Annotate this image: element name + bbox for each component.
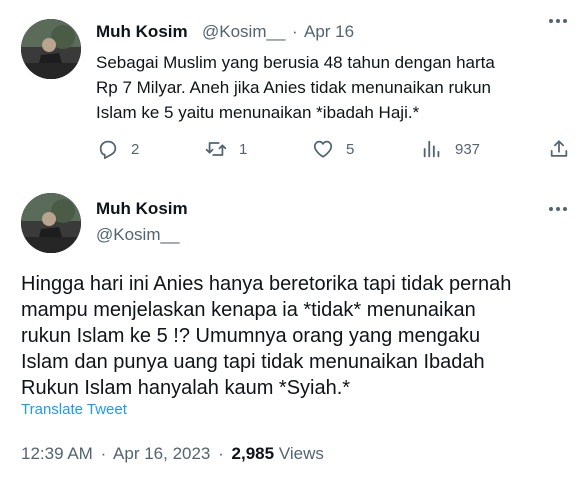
separator-dot: ·: [100, 444, 107, 463]
tweet-text-line: Islam dan punya uang tapi tidak menunaik…: [21, 351, 485, 373]
views-count: 2,985: [231, 444, 275, 463]
translate-tweet-link[interactable]: Translate Tweet: [21, 401, 127, 418]
tweet-1[interactable]: Muh Kosim @Kosim__ · Apr 16 Sebagai Musl…: [0, 0, 588, 176]
avatar-image: [21, 193, 81, 253]
like-button[interactable]: 5: [312, 138, 354, 160]
views-icon: [423, 140, 440, 158]
like-icon: [313, 140, 333, 158]
tweet-text-line: mampu menjelaskan kenapa ia *tidak* menu…: [21, 299, 476, 321]
author-name[interactable]: Muh Kosim: [96, 199, 188, 219]
retweet-button[interactable]: 1: [205, 138, 247, 160]
reply-icon: [99, 140, 117, 160]
author-handle[interactable]: @Kosim__: [96, 225, 179, 245]
tweet-date[interactable]: Apr 16, 2023: [113, 444, 210, 463]
reply-count: 2: [131, 140, 140, 158]
tweet-text-line: rukun Islam ke 5 !? Umumnya orang yang m…: [21, 325, 481, 347]
more-icon[interactable]: [547, 202, 569, 216]
share-button[interactable]: [548, 138, 570, 160]
tweet-text-line: Sebagai Muslim yang berusia 48 tahun den…: [96, 53, 495, 72]
tweet-text-line: Islam ke 5 yaitu menunaikan *ibadah Haji…: [96, 103, 420, 122]
author-name[interactable]: Muh Kosim: [96, 22, 188, 42]
tweet-text: Hingga hari ini Anies hanya beretorika t…: [21, 271, 581, 401]
reply-button[interactable]: 2: [97, 138, 139, 160]
retweet-count: 1: [239, 140, 248, 158]
share-icon: [550, 140, 568, 157]
avatar-image: [21, 19, 81, 79]
views-label: Views: [278, 444, 324, 463]
tweet-text-line: Rp 7 Milyar. Aneh jika Anies tidak menun…: [96, 78, 492, 97]
tweet-time[interactable]: 12:39 AM: [21, 444, 93, 463]
author-handle[interactable]: @Kosim__: [202, 22, 285, 42]
avatar[interactable]: [21, 19, 81, 79]
like-count: 5: [346, 140, 355, 158]
separator-dot: ·: [292, 22, 298, 41]
views-button[interactable]: 937: [421, 138, 480, 160]
more-icon[interactable]: [547, 14, 569, 28]
tweet-text-line: Rukun Islam hanyalah kaum *Syiah.*: [21, 377, 351, 399]
separator-dot: ·: [218, 444, 224, 463]
tweet-actions: 2 1 5 937: [0, 138, 588, 166]
tweet-text-line: Hingga hari ini Anies hanya beretorika t…: [21, 273, 512, 295]
tweet-date[interactable]: Apr 16: [304, 22, 354, 42]
retweet-icon: [205, 142, 227, 156]
tweet-meta: 12:39 AM · Apr 16, 2023 · 2,985 Views: [21, 444, 324, 464]
avatar[interactable]: [21, 193, 81, 253]
views-count: 937: [455, 140, 481, 158]
tweet-2[interactable]: Muh Kosim @Kosim__ Hingga hari ini Anies…: [0, 176, 588, 485]
tweet-text: Sebagai Muslim yang berusia 48 tahun den…: [96, 50, 576, 125]
